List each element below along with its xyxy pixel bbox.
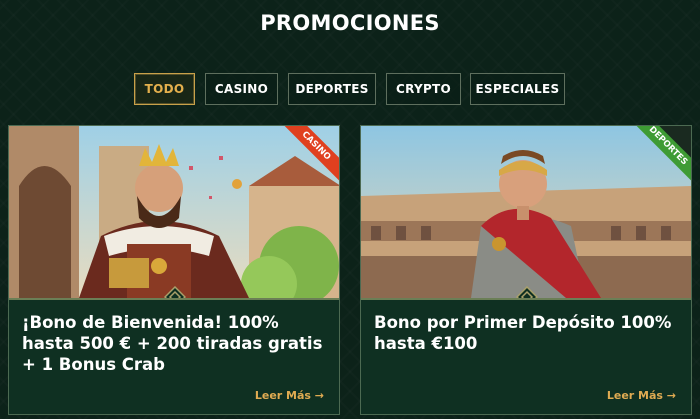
- promo-title: ¡Bono de Bienvenida! 100% hasta 500 € + …: [22, 313, 323, 374]
- page-title: PROMOCIONES: [260, 11, 440, 35]
- casino-badge: CASINO: [278, 126, 339, 184]
- tab-casino[interactable]: CASINO: [205, 73, 278, 105]
- promo-card-deportes[interactable]: DEPORTES Bono por Primer Depósito 100% h…: [360, 125, 692, 415]
- deportes-badge: DEPORTES: [630, 126, 691, 184]
- promo-card-casino[interactable]: CASINO ¡Bono de Bienvenida! 100% hasta 5…: [8, 125, 340, 415]
- tab-deportes[interactable]: DEPORTES: [288, 73, 376, 105]
- tab-crypto[interactable]: CRYPTO: [386, 73, 461, 105]
- read-more-link[interactable]: Leer Más →: [255, 389, 324, 402]
- badge-ribbon: CASINO: [277, 126, 339, 188]
- read-more-link[interactable]: Leer Más →: [607, 389, 676, 402]
- tab-todo[interactable]: TODO: [134, 73, 195, 105]
- promo-title: Bono por Primer Depósito 100% hasta €100: [374, 313, 672, 353]
- badge-ribbon: DEPORTES: [629, 126, 691, 188]
- tab-especiales[interactable]: ESPECIALES: [470, 73, 565, 105]
